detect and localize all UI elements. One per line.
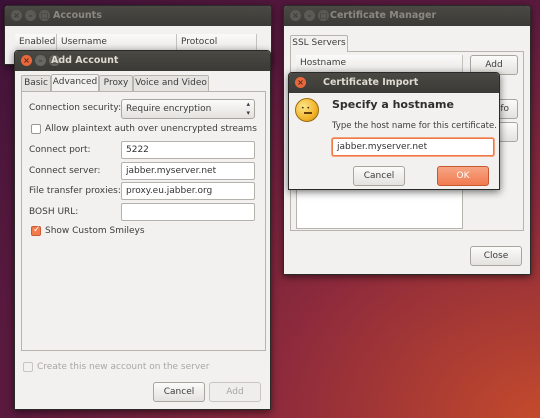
server-input[interactable]: jabber.myserver.net bbox=[121, 162, 255, 180]
accounts-titlebar: × – □ Accounts bbox=[5, 6, 271, 26]
hostname-input[interactable]: jabber.myserver.net bbox=[332, 138, 494, 156]
face-eyes-icon: • • bbox=[301, 105, 310, 112]
smileys-checkbox[interactable] bbox=[31, 225, 41, 236]
proxies-label: File transfer proxies: bbox=[29, 186, 121, 196]
accounts-title: Accounts bbox=[53, 10, 102, 21]
minimize-icon[interactable]: – bbox=[35, 55, 46, 66]
smileys-label: Show Custom Smileys bbox=[45, 226, 145, 236]
thinking-face-icon: • • bbox=[295, 98, 319, 122]
close-icon[interactable]: × bbox=[290, 10, 301, 21]
up-down-arrows-icon: ▴ ▾ bbox=[246, 100, 250, 117]
face-mouth-icon bbox=[304, 112, 312, 114]
add-account-titlebar: × – □ Add Account bbox=[15, 51, 270, 71]
create-account-label: Create this new account on the server bbox=[37, 362, 210, 372]
cert-manager-title: Certificate Manager bbox=[330, 10, 437, 21]
port-label: Connect port: bbox=[29, 145, 91, 155]
cert-import-heading: Specify a hostname bbox=[332, 98, 454, 111]
cancel-button[interactable]: Cancel bbox=[353, 166, 405, 186]
create-account-checkbox[interactable] bbox=[23, 362, 33, 372]
security-select-value: Require encryption bbox=[126, 104, 212, 114]
cert-manager-titlebar: × – □ Certificate Manager bbox=[284, 6, 530, 26]
certificate-import-dialog: × Certificate Import • • Specify a hostn… bbox=[288, 72, 500, 190]
bosh-label: BOSH URL: bbox=[29, 207, 79, 217]
server-label: Connect server: bbox=[29, 166, 101, 176]
close-icon[interactable]: × bbox=[11, 10, 22, 21]
maximize-icon[interactable]: □ bbox=[318, 10, 329, 21]
add-account-title: Add Account bbox=[51, 55, 119, 66]
close-icon[interactable]: × bbox=[295, 77, 306, 88]
tab-basic[interactable]: Basic bbox=[21, 75, 51, 91]
column-hostname[interactable]: Hostname bbox=[296, 55, 463, 73]
ok-button[interactable]: OK bbox=[437, 166, 489, 186]
maximize-icon[interactable]: □ bbox=[39, 10, 50, 21]
tab-proxy[interactable]: Proxy bbox=[99, 75, 133, 91]
minimize-icon[interactable]: – bbox=[304, 10, 315, 21]
cert-import-title: Certificate Import bbox=[323, 77, 419, 88]
tab-ssl-servers[interactable]: SSL Servers bbox=[290, 35, 348, 52]
info-button-label: fo bbox=[500, 104, 509, 114]
cancel-button[interactable]: Cancel bbox=[153, 382, 205, 402]
proxies-input[interactable]: proxy.eu.jabber.org bbox=[121, 182, 255, 200]
plaintext-label: Allow plaintext auth over unencrypted st… bbox=[45, 124, 257, 134]
cert-import-description: Type the host name for this certificate. bbox=[332, 121, 497, 131]
tab-voice-and-video[interactable]: Voice and Video bbox=[133, 75, 209, 91]
security-select[interactable]: Require encryption ▴ ▾ bbox=[121, 99, 255, 119]
bosh-input[interactable] bbox=[121, 203, 255, 221]
close-button[interactable]: Close bbox=[470, 246, 522, 266]
minimize-icon[interactable]: – bbox=[25, 10, 36, 21]
add-button[interactable]: Add bbox=[209, 382, 261, 402]
close-icon[interactable]: × bbox=[21, 55, 32, 66]
cert-import-titlebar: × Certificate Import bbox=[289, 73, 499, 93]
security-label: Connection security: bbox=[29, 103, 122, 113]
tab-advanced[interactable]: Advanced bbox=[51, 74, 99, 91]
port-input[interactable]: 5222 bbox=[121, 141, 255, 159]
plaintext-checkbox[interactable] bbox=[31, 124, 41, 134]
add-account-window: × – □ Add Account Basic Advanced Proxy V… bbox=[14, 50, 271, 410]
